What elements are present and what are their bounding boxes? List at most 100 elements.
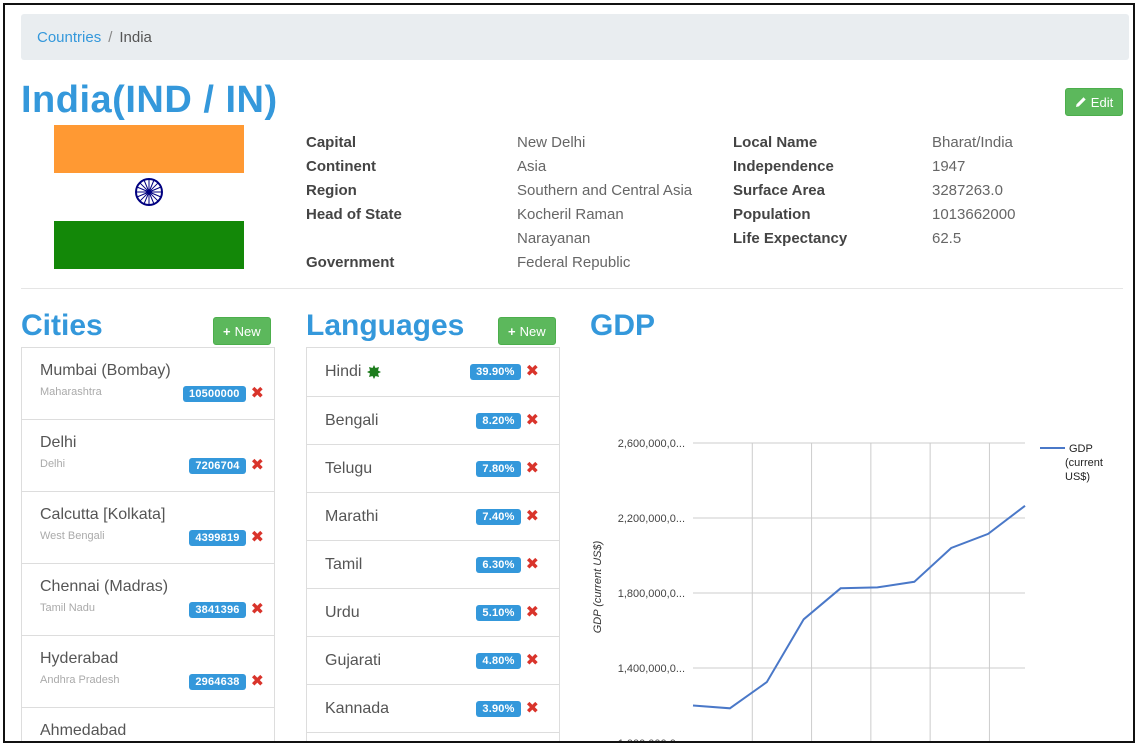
language-name: Hindi [325,363,362,380]
pencil-icon [1075,97,1086,107]
new-language-button-label: New [519,323,546,339]
delete-language-icon[interactable]: ✖ [526,412,539,429]
language-list-item[interactable]: Hindi 39.90% ✖ [307,348,559,397]
language-percentage-wrap: 7.80% ✖ [476,460,539,477]
city-population-wrap: 7206704 ✖ [189,458,264,474]
language-percentage-wrap: 6.30% ✖ [476,556,539,573]
city-list-item[interactable]: Calcutta [Kolkata] West Bengali 4399819 … [22,492,274,564]
language-name: Gujarati [325,651,382,669]
info-label: Government [306,254,395,271]
ashoka-chakra-icon [135,178,163,206]
country-flag [54,125,244,270]
city-population-wrap: 4399819 ✖ [189,530,264,546]
language-name: Urdu [325,603,360,621]
chart-y-tick-label: 1,400,000,0... [618,663,685,675]
city-name: Calcutta [Kolkata] [40,506,166,523]
language-list-item[interactable]: Tamil 6.30% ✖ [307,541,559,589]
language-percentage-badge: 6.30% [476,556,521,573]
language-list-item[interactable]: Urdu 5.10% ✖ [307,589,559,637]
language-list-item[interactable]: Telugu 7.80% ✖ [307,445,559,493]
info-label: Capital [306,134,357,151]
section-divider [21,288,1123,289]
edit-button-label: Edit [1090,94,1114,110]
chart-y-tick-label: 1,000,000,0... [618,738,685,743]
language-list-item[interactable]: Kannada 3.90% ✖ [307,685,559,733]
city-list-item[interactable]: Hyderabad Andhra Pradesh 2964638 ✖ [22,636,274,708]
language-name: Telugu [325,459,373,477]
delete-city-icon[interactable]: ✖ [251,458,264,474]
info-labels-right: Local Name Independence Surface Area Pop… [733,131,847,251]
language-percentage-wrap: 7.40% ✖ [476,508,539,525]
city-name: Chennai (Madras) [40,578,169,595]
city-list-item[interactable]: Ahmedabad [22,708,274,741]
chart-y-tick-label: 1,800,000,0... [618,588,685,600]
city-population-wrap: 2964638 ✖ [189,674,264,690]
language-percentage-badge: 5.10% [476,604,521,621]
language-percentage-badge: 3.90% [476,700,521,717]
plus-icon: + [223,323,231,339]
language-percentage-badge: 4.80% [476,652,521,669]
info-value: 3287263.0 [932,182,1003,199]
language-percentage-badge: 39.90% [470,364,521,380]
language-percentage-wrap: 39.90% ✖ [470,364,539,380]
app-frame: Countries / India India(IND / IN) Edit C… [3,3,1135,743]
info-value: Kocheril Raman [517,206,624,223]
city-list-item[interactable]: Chennai (Madras) Tamil Nadu 3841396 ✖ [22,564,274,636]
delete-city-icon[interactable]: ✖ [251,386,264,402]
info-label: Region [306,182,357,199]
breadcrumb: Countries / India [21,14,1129,60]
city-population-badge: 2964638 [189,674,246,690]
delete-city-icon[interactable]: ✖ [251,674,264,690]
delete-language-icon[interactable]: ✖ [526,460,539,477]
delete-language-icon[interactable]: ✖ [526,700,539,717]
city-population-badge: 7206704 [189,458,246,474]
info-label: Independence [733,158,834,175]
delete-language-icon[interactable]: ✖ [526,652,539,669]
info-label: Life Expectancy [733,230,848,247]
cities-list: Mumbai (Bombay) Maharashtra 10500000 ✖ D… [21,347,275,741]
city-list-item[interactable]: Delhi Delhi 7206704 ✖ [22,420,274,492]
languages-list: Hindi 39.90% ✖ Bengali 8.20% ✖ Telugu 7.… [306,347,560,741]
info-label: Head of State [306,206,402,223]
language-list-item[interactable]: Bengali 8.20% ✖ [307,397,559,445]
city-population-wrap: 10500000 ✖ [183,386,264,402]
edit-button[interactable]: Edit [1065,88,1123,116]
info-values-left: New Delhi Asia Southern and Central Asia… [517,131,692,275]
language-percentage-badge: 7.40% [476,508,521,525]
gdp-chart: GDP (current US$) 2,600,000,0... 2,200,00… [592,438,1103,743]
delete-language-icon[interactable]: ✖ [526,364,539,380]
delete-language-icon[interactable]: ✖ [526,508,539,525]
chart-y-axis-label: GDP (current US$) [592,540,604,633]
info-label: Local Name [733,134,818,151]
language-name: Kannada [325,699,390,717]
new-city-button[interactable]: + New [213,317,271,345]
chart-y-tick-label: 2,600,000,0... [618,438,685,450]
info-label: Continent [306,158,376,175]
breadcrumb-separator: / [108,28,113,46]
breadcrumb-countries-link[interactable]: Countries [37,29,101,46]
info-value: Narayanan [517,230,591,247]
language-percentage-wrap: 3.90% ✖ [476,700,539,717]
info-value: New Delhi [517,134,586,151]
info-value: 1013662000 [932,206,1016,223]
chart-series-line [692,505,1026,710]
city-name: Hyderabad [40,650,119,667]
city-name: Mumbai (Bombay) [40,362,171,379]
language-list-item[interactable]: Marathi 7.40% ✖ [307,493,559,541]
chart-legend-label: GDP (current US$) [1065,443,1103,483]
new-language-button[interactable]: + New [498,317,556,345]
city-population-wrap: 3841396 ✖ [189,602,264,618]
page-title: India(IND / IN) [21,79,278,121]
language-percentage-badge: 8.20% [476,412,521,429]
info-value: Federal Republic [517,254,631,271]
delete-language-icon[interactable]: ✖ [526,556,539,573]
delete-language-icon[interactable]: ✖ [526,604,539,621]
new-city-button-label: New [234,323,261,339]
language-list-item[interactable]: Gujarati 4.80% ✖ [307,637,559,685]
delete-city-icon[interactable]: ✖ [251,530,264,546]
delete-city-icon[interactable]: ✖ [251,602,264,618]
city-list-item[interactable]: Mumbai (Bombay) Maharashtra 10500000 ✖ [22,348,274,420]
info-label [306,227,402,251]
city-population-badge: 4399819 [189,530,246,546]
chart-y-tick-label: 2,200,000,0... [618,513,685,525]
